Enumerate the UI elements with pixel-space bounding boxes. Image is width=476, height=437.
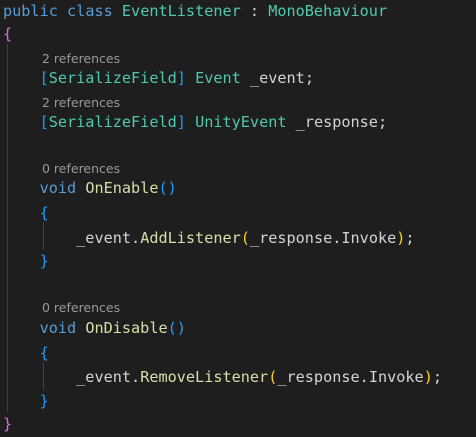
- codelens-field1-references[interactable]: 2 references: [42, 51, 120, 67]
- field-type: Event: [195, 69, 241, 87]
- method-close-brace: }: [39, 252, 49, 270]
- base-class-name: MonoBehaviour: [268, 2, 388, 20]
- keyword-class: class: [67, 2, 113, 20]
- method-close-brace: }: [39, 392, 49, 410]
- argument-object: _response: [249, 229, 333, 247]
- call-target: _event: [76, 368, 132, 386]
- class-close-brace: }: [3, 415, 13, 433]
- method-ondisable-close-brace-line[interactable]: }: [3, 390, 49, 412]
- class-name: EventListener: [121, 2, 241, 20]
- method-open-paren: (: [167, 319, 177, 337]
- statement-end: ;: [377, 113, 388, 131]
- call-close-paren: ): [423, 368, 433, 386]
- method-ondisable-open-brace-line[interactable]: {: [3, 342, 49, 364]
- statement-end: ;: [405, 229, 415, 247]
- attribute-open-bracket: [: [39, 113, 49, 131]
- member-dot: .: [131, 229, 141, 247]
- field-type: UnityEvent: [195, 113, 287, 131]
- attribute-name: SerializeField: [48, 69, 177, 87]
- attribute-open-bracket: [: [39, 69, 49, 87]
- method-ondisable-body-line[interactable]: _event.RemoveListener(_response.Invoke);: [3, 366, 442, 388]
- call-name: AddListener: [140, 229, 241, 247]
- call-name: RemoveListener: [140, 368, 269, 386]
- keyword-void: void: [39, 319, 77, 337]
- method-open-paren: (: [158, 179, 168, 197]
- method-onenable-close-brace-line[interactable]: }: [3, 250, 49, 272]
- method-ondisable-signature[interactable]: void OnDisable(): [3, 317, 186, 339]
- call-open-paren: (: [268, 368, 278, 386]
- attribute-close-bracket: ]: [176, 69, 186, 87]
- method-open-brace: {: [39, 204, 49, 222]
- method-onenable-open-brace-line[interactable]: {: [3, 202, 49, 224]
- keyword-public: public: [3, 2, 58, 20]
- method-close-paren: ): [176, 319, 186, 337]
- field-response-line[interactable]: [SerializeField] UnityEvent _response;: [3, 111, 388, 133]
- argument-member: Invoke: [368, 368, 424, 386]
- codelens-onenable-references[interactable]: 0 references: [42, 161, 120, 177]
- method-name: OnEnable: [85, 179, 159, 197]
- inheritance-colon: :: [240, 2, 269, 20]
- codelens-field2-references[interactable]: 2 references: [42, 95, 120, 111]
- field-event-line[interactable]: [SerializeField] Event _event;: [3, 67, 314, 89]
- call-open-paren: (: [240, 229, 250, 247]
- attribute-name: SerializeField: [48, 113, 177, 131]
- member-dot: .: [359, 368, 369, 386]
- class-close-brace-line[interactable]: }: [3, 413, 12, 435]
- argument-member: Invoke: [341, 229, 397, 247]
- field-name: _response: [295, 113, 378, 131]
- class-open-brace: {: [3, 25, 13, 43]
- code-editor[interactable]: public class EventListener : MonoBehavio…: [0, 0, 476, 437]
- call-target: _event: [76, 229, 132, 247]
- method-onenable-body-line[interactable]: _event.AddListener(_response.Invoke);: [3, 227, 415, 249]
- member-dot: .: [131, 368, 141, 386]
- method-open-brace: {: [39, 344, 49, 362]
- statement-end: ;: [304, 69, 314, 87]
- argument-object: _response: [277, 368, 360, 386]
- class-open-brace-line[interactable]: {: [3, 23, 12, 45]
- class-declaration-line[interactable]: public class EventListener : MonoBehavio…: [3, 0, 387, 22]
- field-name: _event: [249, 69, 305, 87]
- attribute-close-bracket: ]: [176, 113, 186, 131]
- keyword-void: void: [39, 179, 77, 197]
- codelens-ondisable-references[interactable]: 0 references: [42, 300, 120, 316]
- method-name: OnDisable: [85, 319, 168, 337]
- method-onenable-signature[interactable]: void OnEnable(): [3, 177, 177, 199]
- method-close-paren: ): [167, 179, 177, 197]
- statement-end: ;: [432, 368, 442, 386]
